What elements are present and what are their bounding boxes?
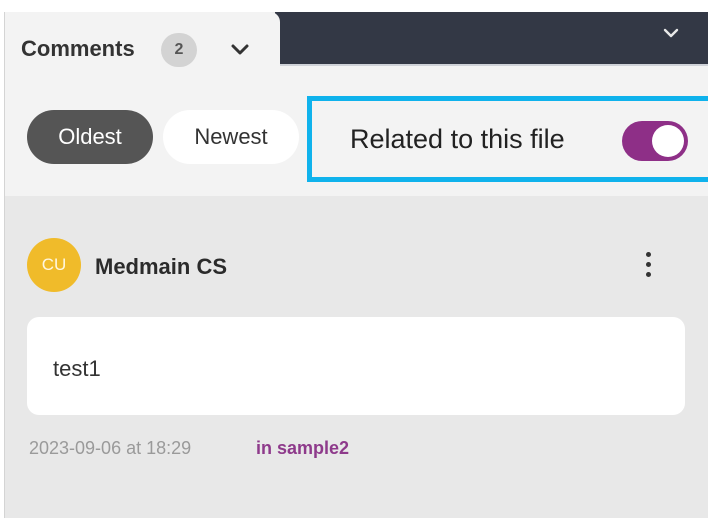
comment-author: Medmain CS	[95, 254, 228, 279]
kebab-menu-icon[interactable]	[643, 252, 653, 282]
related-to-file-toggle[interactable]	[622, 121, 688, 161]
comments-tab-label: Comments	[21, 36, 135, 61]
comment-count-badge: 2	[161, 33, 197, 67]
comment-body: test1	[27, 317, 685, 415]
comment-text: test1	[53, 356, 101, 381]
comment-timestamp: 2023-09-06 at 18:29	[29, 438, 192, 458]
toggle-knob	[652, 125, 684, 157]
chevron-down-icon[interactable]	[663, 26, 679, 38]
chevron-down-icon[interactable]	[230, 43, 250, 57]
comments-panel: Comments 2 Oldest Newest Related to this…	[4, 12, 708, 518]
sort-oldest-button[interactable]: Oldest	[27, 110, 153, 164]
related-filter-highlight: Related to this file	[307, 96, 708, 182]
comments-tab[interactable]: Comments 2	[5, 12, 280, 88]
avatar: CU	[27, 238, 81, 292]
sort-newest-button[interactable]: Newest	[163, 110, 299, 164]
comment-file-link[interactable]: in sample2	[256, 438, 349, 459]
top-bar	[275, 12, 708, 66]
related-to-file-label: Related to this file	[350, 124, 565, 154]
